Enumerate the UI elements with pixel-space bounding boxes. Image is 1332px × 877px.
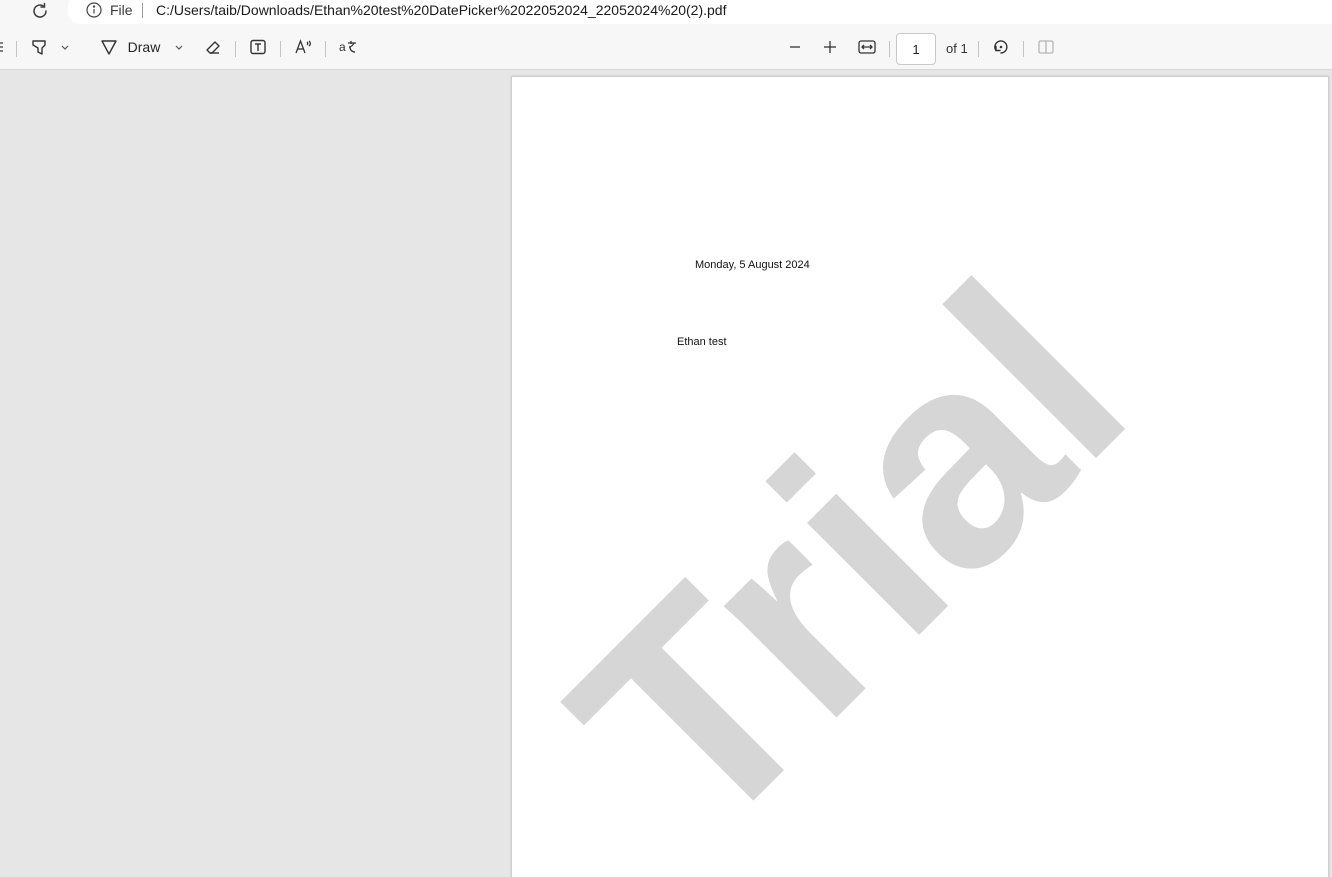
rotate-icon xyxy=(994,40,1008,54)
pdf-toolbar: Draw a 1 of 1 xyxy=(0,24,1332,70)
toolbar-divider xyxy=(235,41,236,57)
read-aloud-button[interactable] xyxy=(290,24,316,70)
pdf-page: Monday, 5 August 2024 Ethan test Trial xyxy=(511,76,1329,877)
zoom-in-icon xyxy=(824,41,836,53)
zoom-in-button[interactable] xyxy=(817,24,843,70)
reload-icon xyxy=(33,2,47,18)
page-view-button[interactable] xyxy=(1033,24,1059,70)
chevron-down-icon xyxy=(61,45,69,50)
highlight-icon xyxy=(32,40,46,55)
fit-width-button[interactable] xyxy=(854,24,880,70)
highlight-button[interactable] xyxy=(26,24,74,70)
zoom-out-button[interactable] xyxy=(782,24,808,70)
scheme-label: File xyxy=(110,2,133,18)
translate-button[interactable]: a xyxy=(335,24,361,70)
menu-button[interactable] xyxy=(0,24,6,70)
eraser-icon xyxy=(206,41,220,54)
rotate-button[interactable] xyxy=(988,24,1014,70)
toolbar-divider xyxy=(325,41,326,57)
text-box-icon xyxy=(250,39,266,55)
page-count: of 1 xyxy=(946,41,968,56)
draw-button[interactable]: Draw xyxy=(94,24,190,70)
text-box-button[interactable] xyxy=(245,24,271,70)
address-bar: File C:/Users/taib/Downloads/Ethan%20tes… xyxy=(0,0,1332,24)
reload-button[interactable] xyxy=(27,0,53,22)
fit-width-icon xyxy=(858,40,876,54)
chevron-down-icon xyxy=(175,45,183,50)
toolbar-divider xyxy=(16,41,17,57)
watermark-text: Trial xyxy=(512,222,1185,877)
page-view-icon xyxy=(1038,40,1054,54)
toolbar-divider xyxy=(978,41,979,57)
info-icon[interactable] xyxy=(86,2,102,18)
toolbar-divider xyxy=(280,41,281,57)
menu-icon xyxy=(0,42,3,52)
toolbar-divider xyxy=(889,41,890,57)
svg-text:a: a xyxy=(339,40,346,54)
eraser-button[interactable] xyxy=(200,24,226,70)
draw-icon xyxy=(100,40,117,55)
page-number-input[interactable] xyxy=(896,33,936,65)
trial-watermark: Trial xyxy=(512,222,1185,877)
url-divider xyxy=(142,3,143,18)
toolbar-divider xyxy=(1023,41,1024,57)
translate-icon: a xyxy=(339,40,356,54)
url-text[interactable]: C:/Users/taib/Downloads/Ethan%20test%20D… xyxy=(156,2,726,19)
zoom-out-icon xyxy=(790,46,800,48)
read-aloud-icon xyxy=(295,39,311,54)
draw-label: Draw xyxy=(127,39,161,55)
